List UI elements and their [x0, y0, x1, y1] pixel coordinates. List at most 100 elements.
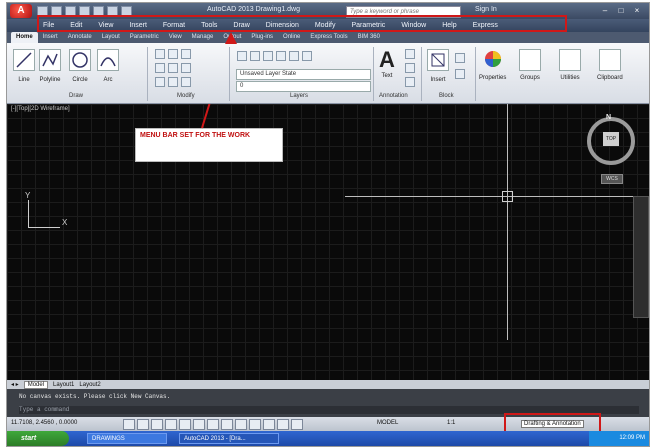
tab-model[interactable]: Model [23, 380, 49, 389]
rotate-icon[interactable] [168, 49, 178, 59]
layer-freeze-icon[interactable] [263, 51, 273, 61]
array-icon[interactable] [181, 77, 191, 87]
text-tool-label: Text [381, 73, 393, 79]
arc-tool-label: Arc [103, 77, 113, 83]
panel-divider [475, 47, 476, 101]
arc-tool[interactable]: Arc [97, 49, 119, 83]
tab-online[interactable]: Online [278, 32, 305, 43]
application-menu-button[interactable]: A [10, 4, 32, 18]
tab-view[interactable]: View [164, 32, 187, 43]
tab-express-tools[interactable]: Express Tools [305, 32, 352, 43]
leader-icon[interactable] [405, 63, 415, 73]
edit-block-icon[interactable] [455, 69, 465, 79]
start-button[interactable]: start [7, 431, 69, 446]
create-block-icon[interactable] [455, 53, 465, 63]
insert-tool[interactable]: Insert [427, 49, 449, 83]
polyline-icon [39, 49, 61, 71]
ortho-mode-icon[interactable] [151, 419, 163, 430]
modify-panel-label[interactable]: Modify [177, 93, 195, 99]
utilities-tool-label: Utilities [560, 75, 580, 81]
clipboard-tool[interactable]: Clipboard [597, 49, 623, 81]
lineweight-icon[interactable] [249, 419, 261, 430]
insert-block-icon [427, 49, 449, 71]
tab-annotate[interactable]: Annotate [63, 32, 97, 43]
selection-cycling-icon[interactable] [291, 419, 303, 430]
polyline-tool[interactable]: Polyline [39, 49, 61, 83]
draw-panel-label[interactable]: Draw [69, 93, 83, 99]
table-icon[interactable] [405, 77, 415, 87]
panel-divider [373, 47, 374, 101]
panel-divider [229, 47, 230, 101]
callout-arrowhead [225, 32, 237, 44]
polar-tracking-icon[interactable] [165, 419, 177, 430]
move-icon[interactable] [155, 49, 165, 59]
tab-layout2[interactable]: Layout2 [79, 382, 100, 388]
trim-icon[interactable] [181, 49, 191, 59]
transparency-icon[interactable] [263, 419, 275, 430]
drawing-area[interactable]: [-][Top][2D Wireframe] Y X N TOP WCS MEN… [7, 104, 649, 380]
layer-properties-icon[interactable] [237, 51, 247, 61]
utilities-tool[interactable]: Utilities [559, 49, 581, 81]
tab-home[interactable]: Home [11, 32, 38, 43]
text-tool[interactable]: A Text [379, 49, 395, 80]
properties-tool[interactable]: Properties [479, 49, 506, 81]
line-icon [13, 49, 35, 71]
line-tool-label: Line [18, 77, 30, 83]
tab-nav-arrows[interactable]: ◂ ▸ [11, 381, 19, 388]
groups-tool[interactable]: Groups [519, 49, 541, 81]
circle-tool-label: Circle [72, 77, 88, 83]
minimize-icon[interactable]: – [599, 5, 611, 16]
maximize-icon[interactable]: □ [615, 5, 627, 16]
sign-in-button[interactable]: Sign In [475, 6, 497, 13]
autocad-window: A AutoCAD 2013 Drawing1.dwg Type a keywo… [6, 2, 650, 447]
tab-plugins[interactable]: Plug-ins [246, 32, 278, 43]
taskbar-item-autocad[interactable]: AutoCAD 2013 - [Dra... [179, 433, 279, 444]
snap-mode-icon[interactable] [123, 419, 135, 430]
dynamic-input-icon[interactable] [235, 419, 247, 430]
layout-tabs-bar: ◂ ▸ Model Layout1 Layout2 [7, 380, 649, 389]
3d-object-snap-icon[interactable] [193, 419, 205, 430]
line-tool[interactable]: Line [13, 49, 35, 83]
dynamic-ucs-icon[interactable] [221, 419, 233, 430]
menu-bar-highlight-box [37, 15, 567, 32]
window-title: AutoCAD 2013 Drawing1.dwg [207, 6, 300, 13]
panel-divider [421, 47, 422, 101]
close-icon[interactable]: × [631, 5, 643, 16]
copy-icon[interactable] [155, 63, 165, 73]
coordinates-readout[interactable]: 11.7108, 2.4560 , 0.0000 [11, 420, 77, 426]
dimension-icon[interactable] [405, 49, 415, 59]
fillet-icon[interactable] [181, 63, 191, 73]
layer-lock-icon[interactable] [276, 51, 286, 61]
taskbar-item-drawings[interactable]: DRAWINGS [87, 433, 167, 444]
tab-layout1[interactable]: Layout1 [53, 382, 74, 388]
scale-icon[interactable] [168, 77, 178, 87]
tab-parametric[interactable]: Parametric [125, 32, 164, 43]
layers-panel-label[interactable]: Layers [290, 93, 308, 99]
layer-match-icon[interactable] [289, 51, 299, 61]
window-controls: – □ × [599, 5, 643, 16]
layer-state-dropdown[interactable]: Unsaved Layer State [236, 69, 371, 80]
object-snap-tracking-icon[interactable] [207, 419, 219, 430]
layer-off-icon[interactable] [250, 51, 260, 61]
grid-display-icon[interactable] [137, 419, 149, 430]
panel-divider [147, 47, 148, 101]
annotation-scale[interactable]: 1:1 [447, 420, 455, 426]
circle-tool[interactable]: Circle [69, 49, 91, 83]
drafting-settings [123, 419, 303, 430]
object-snap-icon[interactable] [179, 419, 191, 430]
callout-arrow [201, 104, 211, 129]
annotation-panel-label[interactable]: Annotation [379, 93, 408, 99]
quick-properties-icon[interactable] [277, 419, 289, 430]
tab-bim360[interactable]: BIM 360 [353, 32, 385, 43]
current-layer-dropdown[interactable]: 0 [236, 81, 371, 92]
tab-manage[interactable]: Manage [187, 32, 219, 43]
mirror-icon[interactable] [168, 63, 178, 73]
block-panel-label[interactable]: Block [439, 93, 454, 99]
groups-icon [519, 49, 541, 71]
groups-tool-label: Groups [520, 75, 540, 81]
tab-layout[interactable]: Layout [97, 32, 125, 43]
tab-insert[interactable]: Insert [38, 32, 63, 43]
layer-isolate-icon[interactable] [302, 51, 312, 61]
model-space-button[interactable]: MODEL [377, 420, 398, 426]
stretch-icon[interactable] [155, 77, 165, 87]
